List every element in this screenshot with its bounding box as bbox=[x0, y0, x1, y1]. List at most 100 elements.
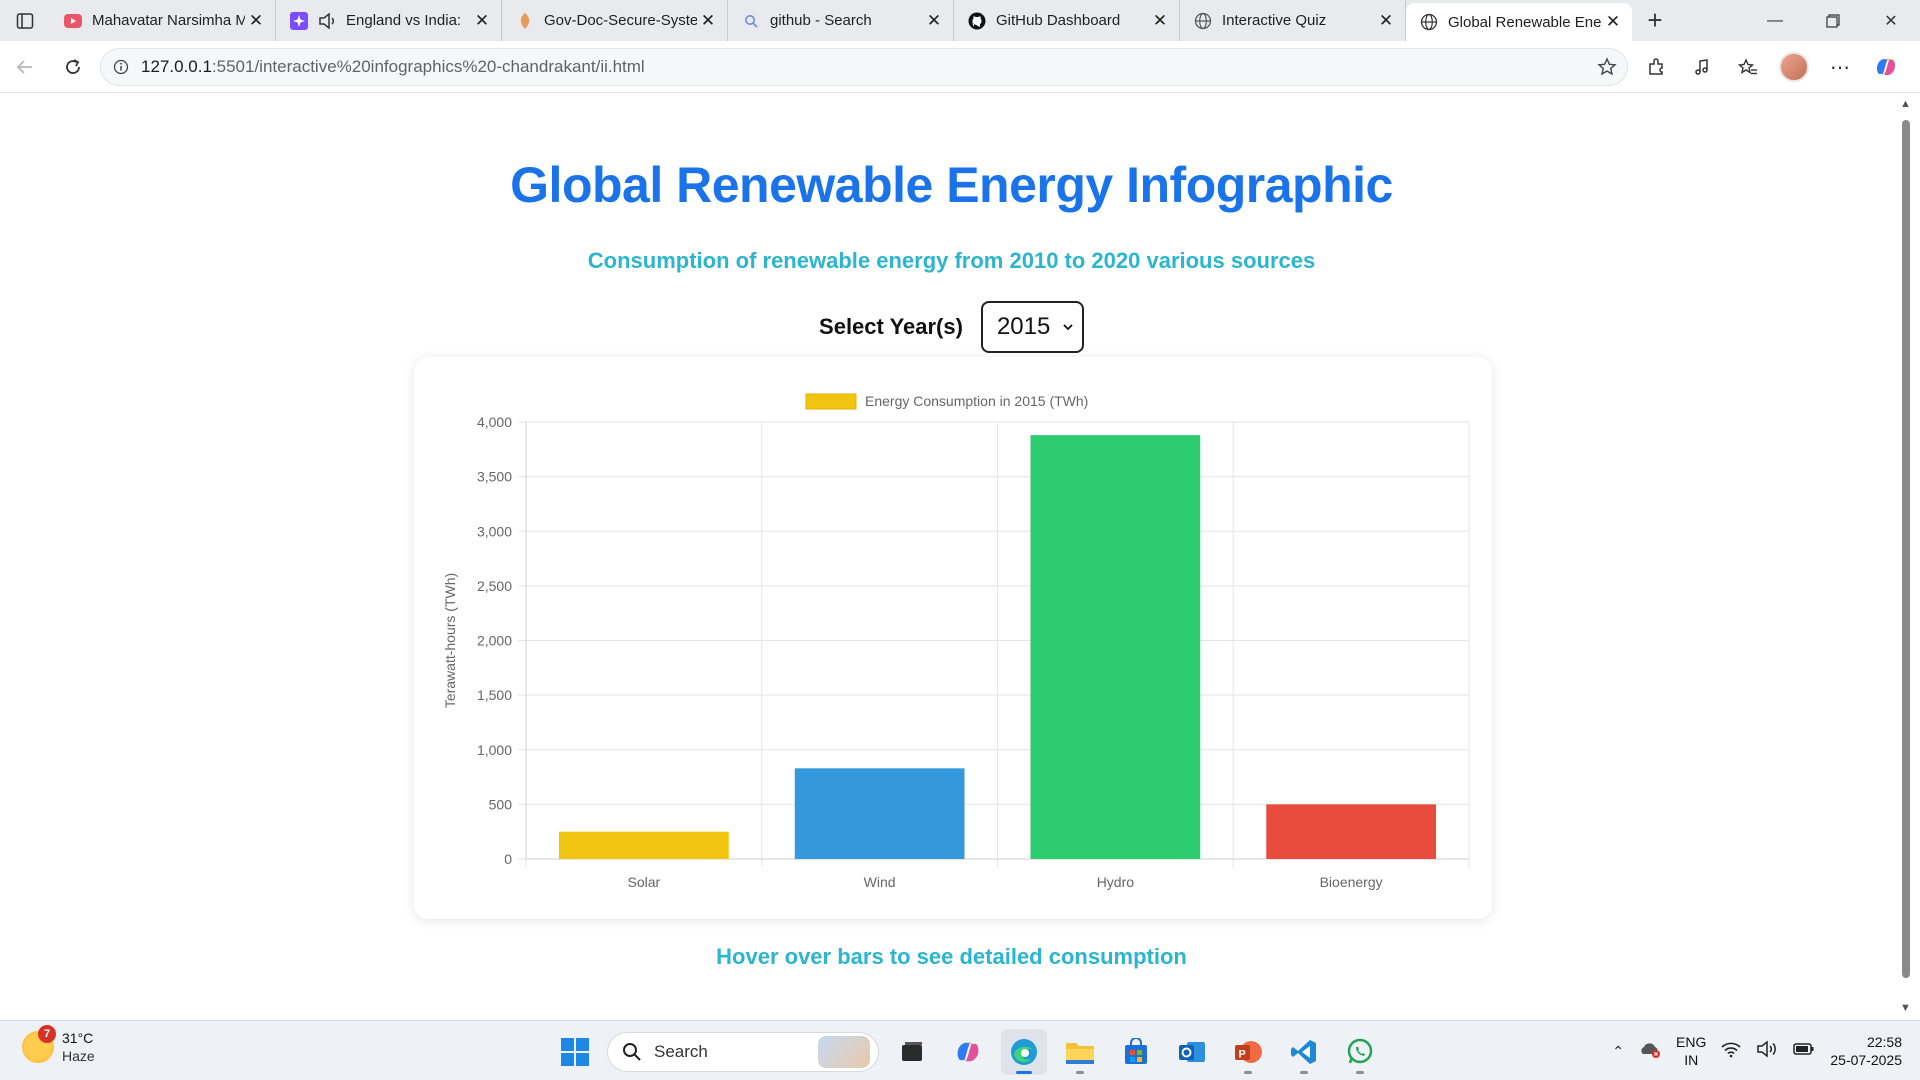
back-button[interactable] bbox=[2, 47, 48, 87]
youtube-icon bbox=[64, 12, 82, 30]
bar-solar[interactable] bbox=[559, 831, 729, 859]
powerpoint-icon: P bbox=[1235, 1041, 1262, 1063]
close-tab-icon[interactable]: ✕ bbox=[471, 10, 493, 32]
minimize-button[interactable]: — bbox=[1746, 0, 1804, 41]
copilot-icon[interactable] bbox=[1866, 48, 1906, 86]
whatsapp-app[interactable] bbox=[1337, 1029, 1383, 1075]
refresh-button[interactable] bbox=[50, 47, 96, 87]
site-info-icon[interactable] bbox=[101, 59, 141, 75]
restore-button[interactable] bbox=[1804, 0, 1862, 41]
battery-icon[interactable] bbox=[1792, 1040, 1816, 1063]
bar-wind[interactable] bbox=[794, 768, 965, 859]
x-tick-label: Wind bbox=[864, 874, 896, 890]
browser-tab-title: Mahavatar Narsimha M bbox=[92, 12, 245, 29]
tab-actions-menu-icon[interactable] bbox=[0, 0, 50, 41]
page-scrollbar[interactable]: ▲ ▼ bbox=[1898, 94, 1914, 1016]
weather-widget[interactable]: 7 31°C Haze bbox=[22, 1025, 95, 1065]
x-tick-label: Hydro bbox=[1097, 874, 1135, 890]
more-menu-icon[interactable]: ⋯ bbox=[1820, 48, 1860, 86]
edge-app[interactable] bbox=[1001, 1029, 1047, 1075]
y-tick-label: 4,000 bbox=[477, 414, 512, 430]
browser-tab-strip: Mahavatar Narsimha M ✕ England vs India: ✕… bbox=[0, 0, 1920, 41]
browser-tab[interactable]: Global Renewable Ene ✕ bbox=[1406, 3, 1632, 41]
bar-hydro[interactable] bbox=[1030, 435, 1201, 859]
browser-tab[interactable]: Gov-Doc-Secure-Syste ✕ bbox=[502, 0, 728, 41]
audio-playing-icon[interactable] bbox=[318, 11, 338, 30]
app-indicator bbox=[1016, 1071, 1032, 1074]
app-icon bbox=[516, 12, 534, 30]
close-window-button[interactable]: ✕ bbox=[1862, 0, 1920, 41]
wifi-icon[interactable] bbox=[1720, 1040, 1742, 1063]
media-control-icon[interactable] bbox=[1682, 48, 1722, 86]
close-tab-icon[interactable]: ✕ bbox=[1375, 10, 1397, 32]
address-bar[interactable]: 127.0.0.1:5501/interactive%20infographic… bbox=[100, 48, 1628, 86]
chevron-down-icon bbox=[1063, 324, 1073, 331]
svg-text:P: P bbox=[1239, 1049, 1246, 1061]
weather-badge: 7 bbox=[38, 1025, 56, 1043]
back-arrow-icon bbox=[16, 59, 32, 74]
bar-chart[interactable]: Energy Consumption in 2015 (TWh) 0 500 1,00… bbox=[414, 357, 1492, 919]
language-indicator[interactable]: ENG IN bbox=[1676, 1033, 1706, 1069]
task-view-icon bbox=[902, 1042, 922, 1061]
powerpoint-app[interactable]: P bbox=[1225, 1029, 1271, 1075]
windows-taskbar: 7 31°C Haze Search P ⌃ ENG IN 22:58 25-0… bbox=[0, 1020, 1920, 1080]
y-tick-label: 2,500 bbox=[477, 578, 512, 594]
favorite-star-icon[interactable] bbox=[1597, 57, 1617, 82]
browser-tab[interactable]: England vs India: ✕ bbox=[276, 0, 502, 41]
year-select[interactable]: 2015 bbox=[980, 301, 1084, 353]
chart-card: Energy Consumption in 2015 (TWh) 0 500 1,00… bbox=[414, 357, 1492, 919]
close-tab-icon[interactable]: ✕ bbox=[245, 10, 267, 32]
vscode-app[interactable] bbox=[1281, 1029, 1327, 1075]
taskbar-search[interactable]: Search bbox=[607, 1032, 879, 1072]
y-tick-label: 3,500 bbox=[477, 469, 512, 485]
profile-avatar[interactable] bbox=[1774, 48, 1814, 86]
weather-condition: Haze bbox=[62, 1048, 95, 1064]
browser-tab[interactable]: Interactive Quiz ✕ bbox=[1180, 0, 1406, 41]
task-view-app[interactable] bbox=[889, 1029, 935, 1075]
browser-tab-title: GitHub Dashboard bbox=[996, 12, 1121, 29]
scroll-up-icon[interactable]: ▲ bbox=[1900, 98, 1911, 110]
extensions-icon[interactable] bbox=[1636, 48, 1676, 86]
browser-tab[interactable]: github - Search ✕ bbox=[728, 0, 954, 41]
refresh-icon bbox=[66, 58, 80, 74]
close-tab-icon[interactable]: ✕ bbox=[923, 10, 945, 32]
search-highlight-image bbox=[818, 1036, 870, 1068]
hover-hint: Hover over bars to see detailed consumpt… bbox=[716, 944, 1187, 969]
app-indicator bbox=[1356, 1071, 1364, 1074]
url-host: 127.0.0.1 bbox=[141, 57, 212, 76]
vscode-icon bbox=[1291, 1040, 1316, 1064]
page-title: Global Renewable Energy Infographic bbox=[510, 157, 1393, 213]
volume-icon[interactable] bbox=[1756, 1039, 1778, 1063]
outlook-app[interactable] bbox=[1169, 1029, 1215, 1075]
legend-swatch bbox=[805, 393, 857, 410]
store-app[interactable] bbox=[1113, 1029, 1159, 1075]
language-code: ENG bbox=[1676, 1034, 1707, 1050]
y-tick-label: 500 bbox=[489, 796, 513, 812]
taskbar-search-placeholder: Search bbox=[654, 1042, 708, 1061]
year-select-value: 2015 bbox=[996, 313, 1051, 340]
onedrive-status-icon[interactable] bbox=[1638, 1039, 1662, 1064]
file-explorer-app[interactable] bbox=[1057, 1029, 1103, 1075]
page-subtitle: Consumption of renewable energy from 201… bbox=[587, 248, 1316, 273]
close-tab-icon[interactable]: ✕ bbox=[1602, 11, 1624, 33]
system-clock[interactable]: 22:58 25-07-2025 bbox=[1830, 1033, 1902, 1069]
start-button[interactable] bbox=[553, 1030, 597, 1074]
favorites-icon[interactable] bbox=[1728, 48, 1768, 86]
store-icon bbox=[1125, 1038, 1147, 1064]
new-tab-button[interactable]: + bbox=[1632, 0, 1678, 41]
folder-icon bbox=[1066, 1043, 1094, 1064]
search-icon bbox=[742, 12, 760, 30]
close-tab-icon[interactable]: ✕ bbox=[697, 10, 719, 32]
bar-bioenergy[interactable] bbox=[1266, 804, 1436, 859]
browser-tab-title: Gov-Doc-Secure-Syste bbox=[544, 12, 697, 29]
browser-tab[interactable]: GitHub Dashboard ✕ bbox=[954, 0, 1180, 41]
close-tab-icon[interactable]: ✕ bbox=[1149, 10, 1171, 32]
scrollbar-thumb[interactable] bbox=[1902, 120, 1910, 978]
region-code: IN bbox=[1684, 1052, 1699, 1068]
browser-tab[interactable]: Mahavatar Narsimha M ✕ bbox=[50, 0, 276, 41]
scroll-down-icon[interactable]: ▼ bbox=[1900, 1002, 1911, 1014]
url-text: 127.0.0.1:5501/interactive%20infographic… bbox=[141, 57, 645, 77]
copilot-app[interactable] bbox=[945, 1029, 991, 1075]
show-hidden-icons-chevron-icon[interactable]: ⌃ bbox=[1612, 1043, 1624, 1060]
x-tick-label: Bioenergy bbox=[1320, 874, 1383, 890]
